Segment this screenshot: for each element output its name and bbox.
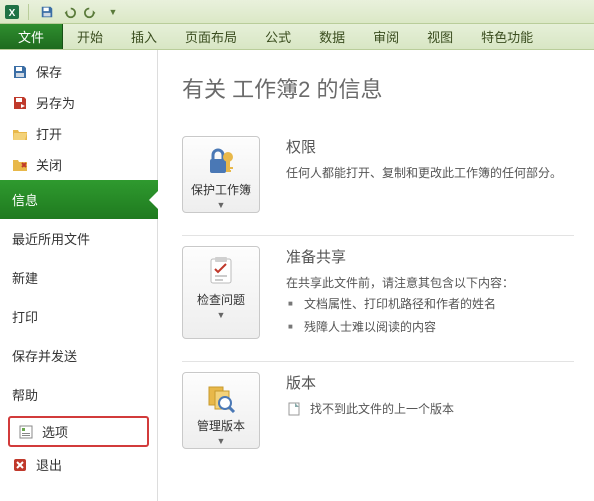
qat-customize-dropdown[interactable]: ▼: [103, 2, 123, 22]
sidebar-item-label: 另存为: [36, 93, 75, 112]
sidebar-item-save-send[interactable]: 保存并发送: [0, 336, 157, 375]
save-icon: [12, 64, 28, 80]
sidebar-item-exit[interactable]: 退出: [0, 449, 157, 480]
close-file-icon: [12, 157, 28, 173]
sidebar-item-label: 帮助: [12, 385, 38, 404]
tab-special[interactable]: 特色功能: [467, 24, 547, 49]
tab-data[interactable]: 数据: [305, 24, 359, 49]
separator: [28, 4, 29, 20]
sidebar-item-label: 保存并发送: [12, 346, 77, 365]
sidebar-item-new[interactable]: 新建: [0, 258, 157, 297]
lock-key-icon: [205, 145, 237, 177]
sidebar-item-label: 信息: [12, 190, 38, 209]
save-qat-button[interactable]: [37, 2, 57, 22]
issues-list: 文档属性、打印机路径和作者的姓名 残障人士难以阅读的内容: [286, 293, 574, 339]
section-heading: 版本: [286, 372, 574, 393]
tab-formulas[interactable]: 公式: [251, 24, 305, 49]
sidebar-item-print[interactable]: 打印: [0, 297, 157, 336]
backstage-sidebar: 保存 另存为 打开 关闭 信息 最近所用文件 新建 打印 保存并发送: [0, 50, 158, 501]
document-mini-icon: [286, 401, 302, 417]
dropdown-indicator-icon: ▼: [217, 202, 226, 208]
sidebar-item-label: 最近所用文件: [12, 229, 90, 248]
tab-page-layout[interactable]: 页面布局: [171, 24, 251, 49]
sidebar-item-options[interactable]: 选项: [8, 416, 149, 447]
saveas-icon: [12, 95, 28, 111]
section-versions: 管理版本 ▼ 版本 找不到此文件的上一个版本: [182, 362, 574, 471]
button-label: 检查问题: [197, 291, 245, 308]
sidebar-item-open[interactable]: 打开: [0, 118, 157, 149]
section-intro: 在共享此文件前，请注意其包含以下内容：: [286, 273, 574, 293]
inspect-document-icon: [205, 255, 237, 287]
tab-view[interactable]: 视图: [413, 24, 467, 49]
list-item: 残障人士难以阅读的内容: [300, 316, 574, 339]
title-bar: X ▼: [0, 0, 594, 24]
sidebar-item-label: 退出: [36, 455, 62, 474]
open-icon: [12, 126, 28, 142]
excel-app-icon: X: [4, 4, 20, 20]
sidebar-item-label: 关闭: [36, 155, 62, 174]
options-icon: [18, 424, 34, 440]
protect-workbook-button[interactable]: 保护工作簿 ▼: [182, 136, 260, 213]
section-permissions: 保护工作簿 ▼ 权限 任何人都能打开、复制和更改此工作簿的任何部分。: [182, 126, 574, 236]
button-label: 管理版本: [197, 417, 245, 434]
dropdown-indicator-icon: ▼: [217, 438, 226, 444]
sidebar-item-label: 打开: [36, 124, 62, 143]
tab-review[interactable]: 审阅: [359, 24, 413, 49]
redo-qat-button[interactable]: [81, 2, 101, 22]
sidebar-item-label: 新建: [12, 268, 38, 287]
backstage-view: 保存 另存为 打开 关闭 信息 最近所用文件 新建 打印 保存并发送: [0, 50, 594, 501]
page-title: 有关 工作簿2 的信息: [182, 72, 574, 104]
sidebar-item-label: 保存: [36, 62, 62, 81]
info-content: 有关 工作簿2 的信息 保护工作簿 ▼ 权限 任何人都能打开、复制和更改此工作簿…: [158, 50, 594, 501]
sidebar-item-info[interactable]: 信息: [0, 180, 158, 219]
check-issues-button[interactable]: 检查问题 ▼: [182, 246, 260, 339]
list-item: 文档属性、打印机路径和作者的姓名: [300, 293, 574, 316]
section-text: 任何人都能打开、复制和更改此工作簿的任何部分。: [286, 163, 574, 183]
section-heading: 准备共享: [286, 246, 574, 267]
undo-qat-button[interactable]: [59, 2, 79, 22]
file-tab[interactable]: 文件: [0, 24, 63, 49]
sidebar-item-label: 打印: [12, 307, 38, 326]
versions-icon: [205, 381, 237, 413]
section-prepare-share: 检查问题 ▼ 准备共享 在共享此文件前，请注意其包含以下内容： 文档属性、打印机…: [182, 236, 574, 362]
tab-insert[interactable]: 插入: [117, 24, 171, 49]
manage-versions-button[interactable]: 管理版本 ▼: [182, 372, 260, 449]
section-heading: 权限: [286, 136, 574, 157]
button-label: 保护工作簿: [191, 181, 251, 198]
sidebar-item-recent[interactable]: 最近所用文件: [0, 219, 157, 258]
dropdown-indicator-icon: ▼: [217, 312, 226, 318]
sidebar-item-label: 选项: [42, 422, 68, 441]
tab-home[interactable]: 开始: [63, 24, 117, 49]
exit-icon: [12, 457, 28, 473]
ribbon-tabs: 文件 开始 插入 页面布局 公式 数据 审阅 视图 特色功能: [0, 24, 594, 50]
section-text: 找不到此文件的上一个版本: [310, 399, 454, 419]
svg-text:X: X: [9, 8, 16, 19]
quick-access-toolbar: ▼: [37, 2, 123, 22]
sidebar-item-save[interactable]: 保存: [0, 56, 157, 87]
sidebar-item-saveas[interactable]: 另存为: [0, 87, 157, 118]
sidebar-item-close[interactable]: 关闭: [0, 149, 157, 180]
sidebar-item-help[interactable]: 帮助: [0, 375, 157, 414]
